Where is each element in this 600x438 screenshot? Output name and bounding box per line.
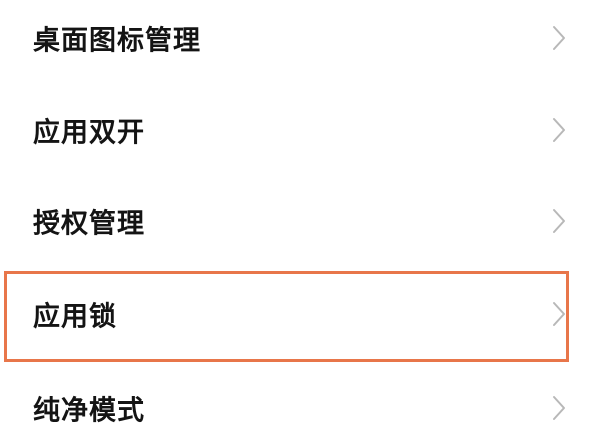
chevron-right-icon [552,208,566,234]
chevron-right-icon [552,395,566,421]
settings-item-label: 纯净模式 [33,395,145,427]
settings-item-label: 应用双开 [33,117,145,149]
settings-item-app-lock[interactable]: 应用锁 [0,284,600,344]
chevron-right-icon [552,301,566,327]
settings-item-permission-management[interactable]: 授权管理 [0,191,600,251]
chevron-right-icon [552,117,566,143]
settings-item-desktop-icon-management[interactable]: 桌面图标管理 [0,8,600,68]
settings-item-label: 应用锁 [33,301,117,333]
settings-item-label: 桌面图标管理 [33,25,201,57]
settings-item-label: 授权管理 [33,208,145,240]
settings-item-dual-apps[interactable]: 应用双开 [0,100,600,160]
chevron-right-icon [552,25,566,51]
settings-item-pure-mode[interactable]: 纯净模式 [0,378,600,438]
settings-list: 桌面图标管理 应用双开 授权管理 应用锁 纯净模式 [0,0,600,435]
